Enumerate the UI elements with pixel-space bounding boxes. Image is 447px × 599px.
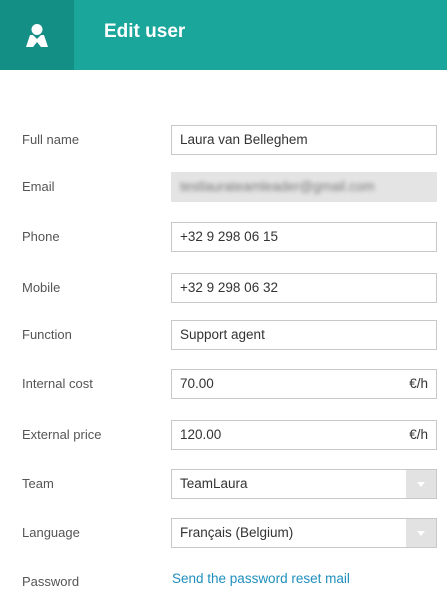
page-title: Edit user — [104, 21, 186, 42]
external-price-field[interactable]: 120.00 €/h — [171, 420, 437, 450]
email-field: testlaurateamleader@gmail.com — [171, 172, 437, 202]
language-label: Language — [22, 525, 80, 540]
function-label: Function — [22, 327, 72, 342]
internal-cost-unit: €/h — [409, 376, 428, 391]
full-name-field[interactable]: Laura van Belleghem — [171, 125, 437, 155]
team-value: TeamLaura — [180, 476, 248, 491]
external-price-unit: €/h — [409, 427, 428, 442]
email-label: Email — [22, 179, 55, 194]
phone-field[interactable]: +32 9 298 06 15 — [171, 222, 437, 252]
email-value: testlaurateamleader@gmail.com — [180, 179, 375, 194]
password-label: Password — [22, 574, 80, 589]
phone-label: Phone — [22, 229, 60, 244]
language-value: Français (Belgium) — [180, 525, 294, 540]
internal-cost-label: Internal cost — [22, 376, 93, 391]
internal-cost-value: 70.00 — [180, 376, 214, 391]
team-select[interactable]: TeamLaura — [171, 469, 437, 499]
external-price-value: 120.00 — [180, 427, 222, 442]
language-select[interactable]: Français (Belgium) — [171, 518, 437, 548]
internal-cost-field[interactable]: 70.00 €/h — [171, 369, 437, 399]
team-label: Team — [22, 476, 54, 491]
user-icon — [0, 0, 74, 70]
function-field[interactable]: Support agent — [171, 320, 437, 350]
full-name-label: Full name — [22, 132, 80, 147]
header: Edit user — [0, 0, 447, 70]
chevron-down-icon[interactable] — [406, 470, 436, 498]
mobile-label: Mobile — [22, 280, 61, 295]
chevron-down-icon[interactable] — [406, 519, 436, 547]
external-price-label: External price — [22, 427, 102, 442]
mobile-field[interactable]: +32 9 298 06 32 — [171, 273, 437, 303]
send-password-reset-link[interactable]: Send the password reset mail — [172, 564, 350, 594]
